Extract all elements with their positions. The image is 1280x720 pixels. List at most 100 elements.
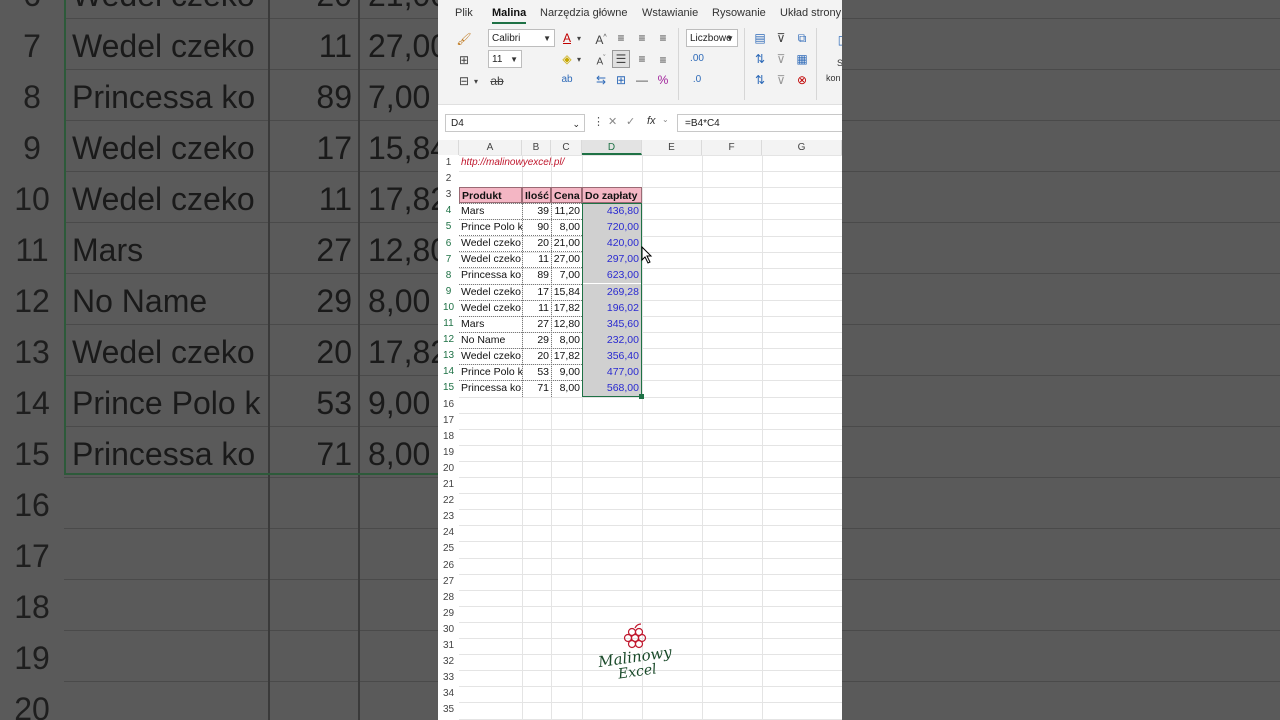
row-header-24[interactable]: 24 xyxy=(438,525,459,541)
row-header-15[interactable]: 15 xyxy=(438,380,459,396)
cell-ilosc[interactable]: 71 xyxy=(522,380,551,396)
cell-produkt[interactable]: Princessa ko xyxy=(459,267,522,283)
row-header-13[interactable]: 13 xyxy=(438,348,459,364)
cell-cena[interactable]: 7,00 xyxy=(551,267,582,283)
header-cena[interactable]: Cena xyxy=(551,187,582,203)
row-header-11[interactable]: 11 xyxy=(438,316,459,332)
cell-ilosc[interactable]: 20 xyxy=(522,348,551,364)
row-header-33[interactable]: 33 xyxy=(438,670,459,686)
row-header-4[interactable]: 4 xyxy=(438,203,459,219)
row-header-10[interactable]: 10 xyxy=(438,300,459,316)
row-header-28[interactable]: 28 xyxy=(438,590,459,606)
cell-produkt[interactable]: Wedel czeko xyxy=(459,235,522,251)
cell-cena[interactable]: 21,00 xyxy=(551,235,582,251)
tab-narzedzia-glowne[interactable]: Narzędzia główne xyxy=(540,7,627,19)
cell-cena[interactable]: 11,20 xyxy=(551,203,582,219)
wrap-text-icon[interactable]: ☰ xyxy=(612,50,630,68)
cell-cena[interactable]: 15,84 xyxy=(551,284,582,300)
percent-icon[interactable]: % xyxy=(654,72,672,88)
middle-align-icon[interactable]: ≡ xyxy=(633,51,651,67)
cell-cena[interactable]: 17,82 xyxy=(551,300,582,316)
align-right-icon[interactable]: ≡ xyxy=(654,30,672,46)
website-link[interactable]: http://malinowyexcel.pl/ xyxy=(459,155,579,171)
row-header-12[interactable]: 12 xyxy=(438,332,459,348)
cell-do-zaplaty[interactable]: 356,40 xyxy=(583,347,641,364)
cell-do-zaplaty[interactable]: 297,00 xyxy=(583,251,641,268)
cell-ilosc[interactable]: 17 xyxy=(522,284,551,300)
more-icon[interactable]: ⋮ xyxy=(593,115,604,128)
cell-do-zaplaty[interactable]: 477,00 xyxy=(583,364,641,380)
cell-do-zaplaty[interactable]: 420,00 xyxy=(583,235,641,252)
cell-ilosc[interactable]: 11 xyxy=(522,300,551,316)
font-size-dropdown[interactable]: 11 ▼ xyxy=(488,50,522,68)
increase-font-icon[interactable]: A^ xyxy=(592,30,610,48)
cell-cena[interactable]: 27,00 xyxy=(551,251,582,267)
cell-cena[interactable]: 12,80 xyxy=(551,316,582,332)
sort-asc-icon[interactable]: ⇅ xyxy=(751,51,769,67)
tab-malina[interactable]: Malina xyxy=(492,7,527,24)
cell-cena[interactable]: 9,00 xyxy=(551,364,582,380)
row-header-34[interactable]: 34 xyxy=(438,686,459,702)
cell-ilosc[interactable]: 27 xyxy=(522,316,551,332)
header-ilosc[interactable]: Ilość xyxy=(522,187,551,203)
advanced-filter-icon[interactable]: ⊽ xyxy=(772,72,790,88)
align-left-icon[interactable]: ≡ xyxy=(612,30,630,46)
cell-cena[interactable]: 8,00 xyxy=(551,332,582,348)
cell-do-zaplaty[interactable]: 269,28 xyxy=(583,283,641,300)
cell-produkt[interactable]: Mars xyxy=(459,316,522,332)
row-header-6[interactable]: 6 xyxy=(438,236,459,252)
cell-ilosc[interactable]: 39 xyxy=(522,203,551,219)
column-header-e[interactable]: E xyxy=(642,140,702,155)
column-header-g[interactable]: G xyxy=(762,140,842,155)
header-do-zaplaty[interactable]: Do zapłaty xyxy=(582,187,642,203)
cell-produkt[interactable]: Wedel czeko xyxy=(459,300,522,316)
decrease-font-icon[interactable]: Aˇ xyxy=(592,51,610,70)
row-header-23[interactable]: 23 xyxy=(438,509,459,525)
cell-do-zaplaty[interactable]: 720,00 xyxy=(583,219,641,236)
column-header-f[interactable]: F xyxy=(702,140,762,155)
clear-filter-icon[interactable]: ⊽ xyxy=(772,51,790,67)
cell-ilosc[interactable]: 29 xyxy=(522,332,551,348)
chevron-down-icon[interactable]: ▾ xyxy=(471,74,481,90)
merge-icon[interactable]: ⊞ xyxy=(612,72,630,88)
cell-do-zaplaty[interactable]: 232,00 xyxy=(583,331,641,348)
row-header-19[interactable]: 19 xyxy=(438,445,459,461)
indent-icon[interactable]: ⇆ xyxy=(592,72,610,88)
cell-ilosc[interactable]: 20 xyxy=(522,235,551,251)
text-direction-icon[interactable]: ab xyxy=(558,72,576,88)
header-produkt[interactable]: Produkt xyxy=(459,187,522,203)
select-all-corner[interactable] xyxy=(438,140,459,155)
tab-rysowanie[interactable]: Rysowanie xyxy=(712,7,766,19)
cell-do-zaplaty[interactable]: 623,00 xyxy=(583,267,641,284)
number-format-dropdown[interactable]: Liczbowe ▼ xyxy=(686,29,738,47)
sort-desc-icon[interactable]: ⇅ xyxy=(751,72,769,88)
row-header-5[interactable]: 5 xyxy=(438,219,459,235)
row-header-2[interactable]: 2 xyxy=(438,171,459,187)
row-header-7[interactable]: 7 xyxy=(438,252,459,268)
row-header-26[interactable]: 26 xyxy=(438,558,459,574)
table-icon[interactable]: ▤ xyxy=(751,30,769,46)
cell-ilosc[interactable]: 11 xyxy=(522,251,551,267)
remove-duplicates-icon[interactable]: ⊗ xyxy=(793,72,811,88)
row-header-17[interactable]: 17 xyxy=(438,413,459,429)
chevron-down-icon[interactable]: ▾ xyxy=(574,52,584,68)
cell-produkt[interactable]: Prince Polo k xyxy=(459,219,522,235)
pivot-icon[interactable]: ⧉ xyxy=(793,30,811,46)
cell-produkt[interactable]: Princessa ko xyxy=(459,380,522,396)
fx-icon[interactable]: fx xyxy=(647,115,656,127)
name-box[interactable]: D4 ⌄ xyxy=(445,114,585,132)
row-header-1[interactable]: 1 xyxy=(438,155,459,171)
format-painter-icon[interactable]: 🖌 xyxy=(455,31,473,47)
strikethrough-icon[interactable]: ab xyxy=(488,73,506,89)
increase-decimal-icon[interactable]: .00 xyxy=(688,51,706,67)
cell-produkt[interactable]: Mars xyxy=(459,203,522,219)
column-header-a[interactable]: A xyxy=(459,140,522,155)
row-header-32[interactable]: 32 xyxy=(438,654,459,670)
cell-produkt[interactable]: Wedel czeko xyxy=(459,284,522,300)
row-header-8[interactable]: 8 xyxy=(438,268,459,284)
row-header-3[interactable]: 3 xyxy=(438,187,459,203)
cell-ilosc[interactable]: 90 xyxy=(522,219,551,235)
row-header-22[interactable]: 22 xyxy=(438,493,459,509)
cell-do-zaplaty[interactable]: 196,02 xyxy=(583,299,641,316)
bottom-align-icon[interactable]: ≡ xyxy=(654,52,672,68)
